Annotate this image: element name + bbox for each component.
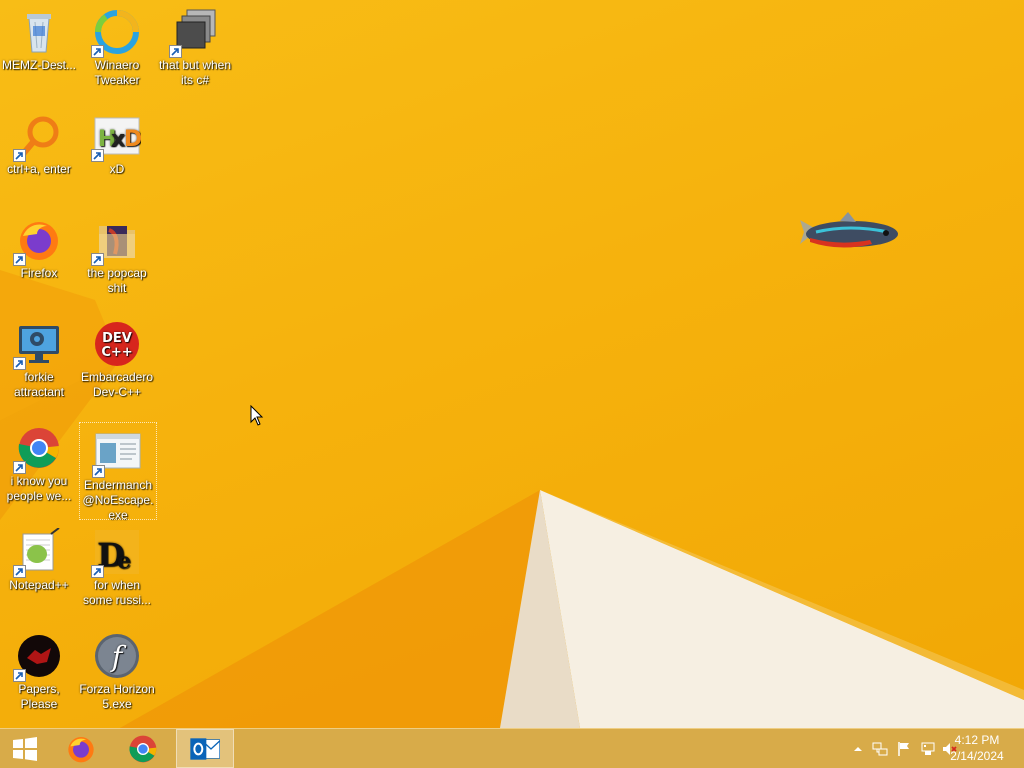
monitor-gear-icon xyxy=(13,320,63,370)
desktop-icon-noescape[interactable]: Endermanch @NoEscape.exe xyxy=(79,422,157,522)
desktop[interactable]: MEMZ-Dest... ctrl+a, enter Firefox forki… xyxy=(0,0,1024,728)
chrome-icon xyxy=(13,424,63,474)
recycle-bin-icon xyxy=(15,8,63,56)
clock-date: 2/14/2024 xyxy=(950,749,1004,763)
icon-label: Papers, Please xyxy=(18,682,60,711)
svg-text:C++: C++ xyxy=(101,345,132,360)
ethernet-icon[interactable] xyxy=(920,741,936,757)
icon-label: Embarcadero Dev-C++ xyxy=(80,370,154,399)
hxd-icon: HxD xyxy=(91,112,141,162)
chrome-icon xyxy=(129,735,157,762)
icon-label: the popcap shit xyxy=(87,266,147,295)
desktop-icon-papers-please[interactable]: Papers, Please xyxy=(0,626,78,712)
taskbar-outlook[interactable] xyxy=(176,729,234,768)
icon-label: Endermanch @NoEscape.exe xyxy=(82,478,154,522)
taskbar-clock[interactable]: 4:12 PM 2/14/2024 xyxy=(942,732,1012,764)
desktop-icon-that-but-when[interactable]: that but when its c# xyxy=(156,2,234,88)
devcpp-icon: DEV C++ xyxy=(93,320,141,368)
icon-label: xD xyxy=(109,162,125,176)
desktop-icon-firefox[interactable]: Firefox xyxy=(0,210,78,281)
icon-label: ctrl+a, enter xyxy=(7,162,71,176)
shortcut-arrow-icon xyxy=(91,253,104,266)
shortcut-arrow-icon xyxy=(13,565,26,578)
icon-label: for when some russi... xyxy=(82,578,151,607)
icon-label: Winaero Tweaker xyxy=(94,58,140,87)
de-icon: De xyxy=(91,528,141,578)
shortcut-arrow-icon xyxy=(91,149,104,162)
shortcut-arrow-icon xyxy=(13,669,26,682)
icon-label: Firefox xyxy=(20,266,58,280)
icon-label: that but when its c# xyxy=(158,58,232,87)
action-center-flag-icon[interactable] xyxy=(896,741,912,757)
flash-icon: f xyxy=(93,632,141,680)
clock-time: 4:12 PM xyxy=(954,733,1000,747)
shortcut-arrow-icon xyxy=(13,149,26,162)
show-hidden-icons-chevron-icon[interactable] xyxy=(850,741,866,757)
shortcut-arrow-icon xyxy=(13,357,26,370)
taskbar-firefox[interactable] xyxy=(52,729,110,768)
firefox-icon xyxy=(13,216,63,266)
desktop-icon-winaero-tweaker[interactable]: Winaero Tweaker xyxy=(78,2,156,88)
magnifier-ring-icon xyxy=(13,112,63,162)
window-app-icon xyxy=(92,428,142,478)
start-button[interactable] xyxy=(0,729,50,768)
desktop-icon-popcap[interactable]: the popcap shit xyxy=(78,210,156,296)
shortcut-arrow-icon xyxy=(92,465,105,478)
shortcut-arrow-icon xyxy=(169,45,182,58)
taskbar: 4:12 PM 2/14/2024 xyxy=(0,728,1024,768)
windows-logo-icon xyxy=(13,736,37,761)
desktop-icon-chrome[interactable]: i know you people we... xyxy=(0,418,78,504)
mouse-cursor-icon xyxy=(250,405,264,426)
notepadpp-icon xyxy=(13,528,63,578)
desktop-icon-ctrl-a-enter[interactable]: ctrl+a, enter xyxy=(0,106,78,177)
desktop-icon-forza-horizon[interactable]: f Forza Horizon 5.exe xyxy=(78,626,156,712)
papers-please-icon xyxy=(13,632,63,682)
stacked-windows-icon xyxy=(169,8,219,58)
desktop-icon-xd[interactable]: HxD xD xyxy=(78,106,156,177)
shortcut-arrow-icon xyxy=(91,45,104,58)
folder-icon xyxy=(91,216,141,266)
icon-label: Forza Horizon 5.exe xyxy=(79,682,155,711)
fish-sprite xyxy=(800,212,898,248)
icon-label: Notepad++ xyxy=(9,578,69,592)
shortcut-arrow-icon xyxy=(91,565,104,578)
system-tray: 4:12 PM 2/14/2024 xyxy=(824,729,1024,768)
svg-text:DEV: DEV xyxy=(102,331,132,346)
network-icon[interactable] xyxy=(872,741,888,757)
shortcut-arrow-icon xyxy=(13,253,26,266)
icon-label: forkie attractant xyxy=(13,370,65,399)
desktop-icon-dev-cpp[interactable]: DEV C++ Embarcadero Dev-C++ xyxy=(78,314,156,400)
icon-label: i know you people we... xyxy=(6,474,72,503)
winaero-icon xyxy=(91,8,141,58)
svg-text:D: D xyxy=(124,127,141,152)
taskbar-chrome[interactable] xyxy=(114,729,172,768)
svg-text:e: e xyxy=(117,548,131,574)
desktop-icon-forkie-attractant[interactable]: forkie attractant xyxy=(0,314,78,400)
desktop-icon-memz[interactable]: MEMZ-Dest... xyxy=(0,2,78,73)
firefox-icon xyxy=(68,736,94,762)
outlook-icon xyxy=(190,737,221,760)
shortcut-arrow-icon xyxy=(13,461,26,474)
desktop-icon-notepadpp[interactable]: Notepad++ xyxy=(0,522,78,593)
desktop-icon-for-when[interactable]: De for when some russi... xyxy=(78,522,156,608)
icon-label: MEMZ-Dest... xyxy=(2,58,76,72)
